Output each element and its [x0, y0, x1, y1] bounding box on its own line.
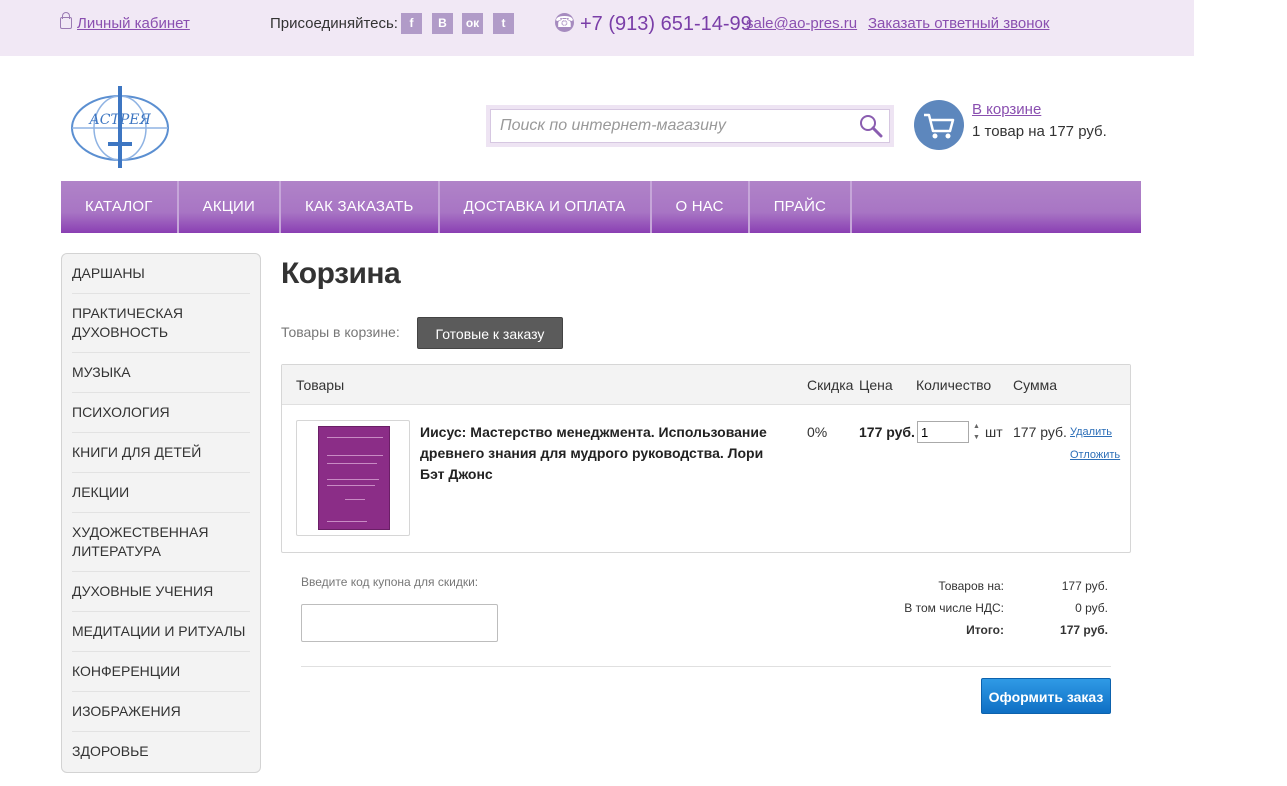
vk-icon[interactable]: B: [432, 13, 453, 34]
shopping-cart-icon[interactable]: [914, 100, 964, 150]
cart-summary: 1 товар на 177 руб.: [972, 123, 1107, 140]
book-cover: [318, 426, 390, 530]
sidebar-item-darshany[interactable]: ДАРШАНЫ: [72, 254, 250, 294]
search-input[interactable]: [491, 110, 846, 142]
column-header-price: Цена: [859, 377, 893, 393]
decrement-icon[interactable]: ▼: [971, 432, 982, 443]
product-image[interactable]: [296, 420, 410, 536]
top-bar: Личный кабинет Присоединяйтесь: f B ок t…: [0, 0, 1194, 56]
category-sidebar: ДАРШАНЫ ПРАКТИЧЕСКАЯ ДУХОВНОСТЬ МУЗЫКА П…: [61, 253, 261, 773]
sidebar-item-music[interactable]: МУЗЫКА: [72, 353, 250, 393]
logo[interactable]: АСТРЕЯ: [66, 84, 174, 170]
nav-catalog[interactable]: КАТАЛОГ: [61, 181, 179, 233]
nav-how-to-order[interactable]: КАК ЗАКАЗАТЬ: [281, 181, 440, 233]
divider: [301, 666, 1111, 667]
column-header-goods: Товары: [296, 377, 345, 393]
basket-label: Товары в корзине:: [281, 324, 400, 340]
sidebar-item-kids-books[interactable]: КНИГИ ДЛЯ ДЕТЕЙ: [72, 433, 250, 473]
sidebar-item-health[interactable]: ЗДОРОВЬЕ: [72, 732, 250, 771]
column-header-quantity: Количество: [916, 377, 992, 393]
coupon-input[interactable]: [301, 604, 498, 642]
nav-delivery-payment[interactable]: ДОСТАВКА И ОПЛАТА: [440, 181, 652, 233]
sidebar-item-psychology[interactable]: ПСИХОЛОГИЯ: [72, 393, 250, 433]
checkout-button[interactable]: Оформить заказ: [981, 678, 1111, 714]
phone-icon: ☎: [555, 13, 574, 32]
odnoklassniki-icon[interactable]: ок: [462, 13, 483, 34]
product-name[interactable]: Иисус: Мастерство менеджмента. Использов…: [420, 422, 790, 485]
increment-icon[interactable]: ▲: [971, 421, 982, 432]
sidebar-item-spiritual-teachings[interactable]: ДУХОВНЫЕ УЧЕНИЯ: [72, 572, 250, 612]
sidebar-item-meditations[interactable]: МЕДИТАЦИИ И РИТУАЛЫ: [72, 612, 250, 652]
email-link[interactable]: sale@ao-pres.ru: [746, 14, 857, 34]
search-icon[interactable]: [859, 114, 883, 138]
personal-cabinet-link[interactable]: Личный кабинет: [60, 12, 190, 34]
postpone-link[interactable]: Отложить: [1070, 449, 1120, 461]
svg-text:АСТРЕЯ: АСТРЕЯ: [88, 112, 151, 128]
lock-icon: [60, 12, 72, 29]
nav-about[interactable]: О НАС: [652, 181, 750, 233]
goods-total-value: 177 руб.: [1061, 579, 1108, 593]
quantity-unit: шт: [985, 424, 1003, 440]
table-header: Товары Скидка Цена Количество Сумма: [282, 365, 1130, 405]
column-header-discount: Скидка: [807, 377, 854, 393]
quantity-stepper[interactable]: ▲ ▼: [971, 421, 982, 443]
main-nav: КАТАЛОГ АКЦИИ КАК ЗАКАЗАТЬ ДОСТАВКА И ОП…: [61, 181, 1141, 233]
grand-total-value: 177 руб.: [1060, 623, 1108, 637]
sidebar-item-lectures[interactable]: ЛЕКЦИИ: [72, 473, 250, 513]
product-sum: 177 руб.: [1013, 424, 1067, 440]
join-label: Присоединяйтесь:: [270, 15, 398, 32]
nav-promotions[interactable]: АКЦИИ: [179, 181, 282, 233]
cart-table: Товары Скидка Цена Количество Сумма Иису…: [281, 364, 1131, 553]
sidebar-item-practical-spirituality[interactable]: ПРАКТИЧЕСКАЯ ДУХОВНОСТЬ: [72, 294, 250, 353]
sidebar-item-conferences[interactable]: КОНФЕРЕНЦИИ: [72, 652, 250, 692]
quantity-input[interactable]: [917, 421, 969, 443]
facebook-icon[interactable]: f: [401, 13, 422, 34]
vat-label: В том числе НДС:: [904, 601, 1004, 615]
sidebar-item-images[interactable]: ИЗОБРАЖЕНИЯ: [72, 692, 250, 732]
product-price: 177 руб.: [859, 424, 915, 440]
delete-link[interactable]: Удалить: [1070, 426, 1112, 438]
search-box: [486, 105, 894, 147]
sidebar-item-fiction[interactable]: ХУДОЖЕСТВЕННАЯ ЛИТЕРАТУРА: [72, 513, 250, 572]
product-discount: 0%: [807, 424, 828, 440]
column-header-sum: Сумма: [1013, 377, 1057, 393]
callback-link[interactable]: Заказать ответный звонок: [868, 14, 1049, 34]
vat-value: 0 руб.: [1075, 601, 1108, 615]
goods-total-label: Товаров на:: [938, 579, 1004, 593]
grand-total-label: Итого:: [966, 623, 1004, 637]
phone-number[interactable]: +7 (913) 651-14-99: [580, 12, 752, 36]
cart-link[interactable]: В корзине: [972, 101, 1041, 118]
ready-to-order-tab[interactable]: Готовые к заказу: [417, 317, 563, 349]
page-title: Корзина: [281, 257, 401, 290]
coupon-label: Введите код купона для скидки:: [301, 575, 479, 589]
nav-price[interactable]: ПРАЙС: [750, 181, 853, 233]
twitter-icon[interactable]: t: [493, 13, 514, 34]
